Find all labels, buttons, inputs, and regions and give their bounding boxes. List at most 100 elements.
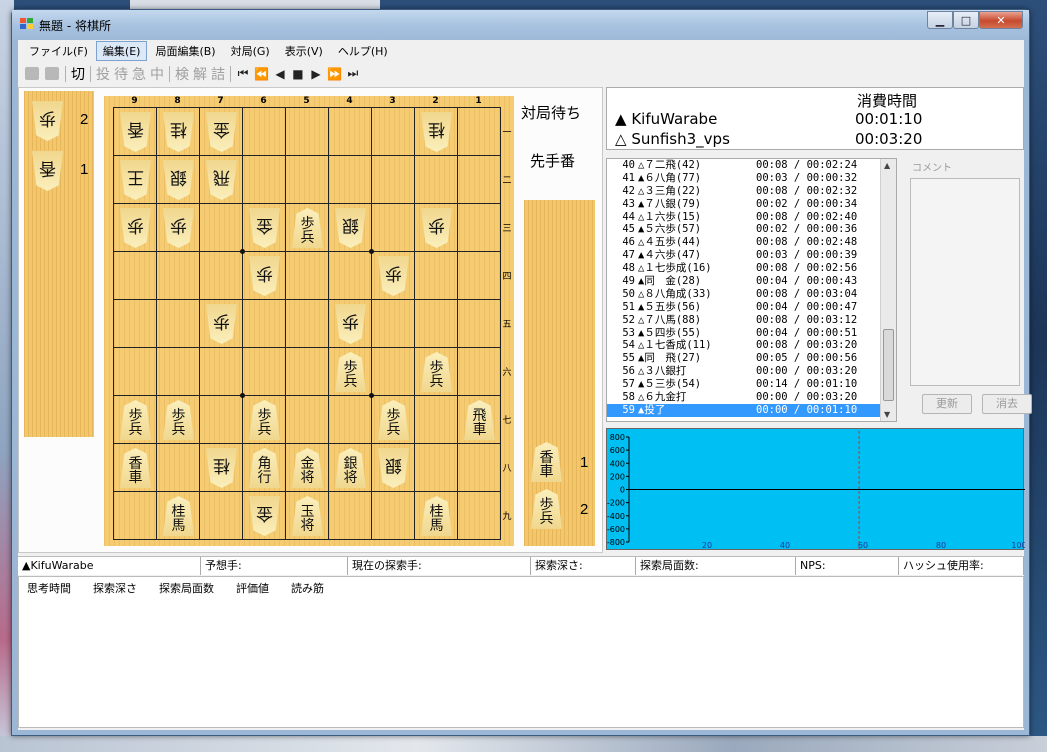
shogi-piece[interactable]: 金 xyxy=(206,112,237,152)
board-square[interactable] xyxy=(371,347,415,396)
shogi-piece[interactable]: 香車 xyxy=(120,448,151,488)
toolbar-button-10[interactable]: ◀ xyxy=(273,67,287,81)
menu-item-3[interactable]: 対局(G) xyxy=(224,41,277,61)
gote-piece-stand[interactable]: 歩 2 香 1 xyxy=(24,91,94,437)
board-square[interactable] xyxy=(199,347,243,396)
board-square[interactable] xyxy=(242,155,286,204)
shogi-piece[interactable]: 銀 xyxy=(163,160,194,200)
kifu-row[interactable]: 49 ▲同 金(28) 00:04 / 00:00:43 xyxy=(607,275,882,288)
shogi-piece[interactable]: 歩 xyxy=(335,304,366,344)
board-square[interactable] xyxy=(457,251,501,300)
shogi-piece[interactable]: 歩兵 xyxy=(335,352,366,392)
board-square[interactable] xyxy=(457,155,501,204)
kifu-row[interactable]: 52 △７八馬(88) 00:08 / 00:03:12 xyxy=(607,314,882,327)
shogi-piece[interactable]: 歩 xyxy=(421,208,452,248)
menu-item-2[interactable]: 局面編集(B) xyxy=(148,41,222,61)
shogi-piece[interactable]: 歩 xyxy=(163,208,194,248)
shogi-piece[interactable]: 歩 xyxy=(32,101,63,141)
board-square[interactable] xyxy=(371,299,415,348)
comment-textbox[interactable] xyxy=(910,178,1020,386)
board-square[interactable] xyxy=(457,443,501,492)
shogi-piece[interactable]: 金将 xyxy=(292,448,323,488)
evaluation-graph[interactable]: 800 600 400 200 0 -200 -400 -600 -800 20 40 60 80 100 xyxy=(606,428,1025,550)
shogi-piece[interactable]: 歩兵 xyxy=(292,208,323,248)
board-square[interactable] xyxy=(242,299,286,348)
kifu-row[interactable]: 57 ▲５三歩(54) 00:14 / 00:01:10 xyxy=(607,378,882,391)
board-square[interactable] xyxy=(328,107,372,156)
toolbar-button-2[interactable]: 待 xyxy=(114,64,128,84)
toolbar-button-14[interactable]: ⏭ xyxy=(346,66,360,81)
shogi-piece[interactable]: 玉将 xyxy=(292,496,323,536)
sente-piece-stand[interactable]: 香車 1 歩兵 2 xyxy=(524,200,595,546)
maximize-button[interactable]: □ xyxy=(953,11,979,29)
shogi-board[interactable]: 香桂金桂王銀飛歩歩金歩兵銀歩歩歩歩歩歩兵歩兵歩兵歩兵歩兵歩兵飛車香車桂角行金将銀… xyxy=(104,96,514,546)
shogi-piece[interactable]: 歩 xyxy=(249,256,280,296)
shogi-piece[interactable]: 飛 xyxy=(206,160,237,200)
board-square[interactable] xyxy=(414,395,458,444)
menu-item-0[interactable]: ファイル(F) xyxy=(22,41,95,61)
board-square[interactable] xyxy=(113,491,157,540)
board-square[interactable] xyxy=(285,395,329,444)
board-square[interactable] xyxy=(371,491,415,540)
kifu-row[interactable]: 48 △１七歩成(16) 00:08 / 00:02:56 xyxy=(607,262,882,275)
open-icon[interactable] xyxy=(45,67,59,80)
kifu-row[interactable]: 54 △１七香成(11) 00:08 / 00:03:20 xyxy=(607,339,882,352)
kifu-row[interactable]: 45 ▲５六歩(57) 00:02 / 00:00:36 xyxy=(607,223,882,236)
kifu-row[interactable]: 59 ▲投了 00:00 / 00:01:10 xyxy=(607,403,882,417)
board-square[interactable] xyxy=(242,347,286,396)
board-square[interactable] xyxy=(285,107,329,156)
menu-item-5[interactable]: ヘルプ(H) xyxy=(331,41,395,61)
board-square[interactable] xyxy=(113,347,157,396)
shogi-piece[interactable]: 歩兵 xyxy=(249,400,280,440)
pv-column-header[interactable]: 探索深さ xyxy=(93,580,137,596)
close-button[interactable]: ✕ xyxy=(979,11,1023,29)
shogi-piece[interactable]: 歩兵 xyxy=(163,400,194,440)
board-square[interactable] xyxy=(199,251,243,300)
board-square[interactable] xyxy=(328,251,372,300)
board-square[interactable] xyxy=(457,107,501,156)
board-square[interactable] xyxy=(156,299,200,348)
toolbar-button-9[interactable]: ⏪ xyxy=(254,67,269,81)
shogi-piece[interactable]: 銀 xyxy=(335,208,366,248)
shogi-piece[interactable]: 銀 xyxy=(378,448,409,488)
kifu-row[interactable]: 42 △３三角(22) 00:08 / 00:02:32 xyxy=(607,185,882,198)
board-square[interactable] xyxy=(199,203,243,252)
board-square[interactable] xyxy=(285,155,329,204)
board-square[interactable] xyxy=(457,347,501,396)
kifu-row[interactable]: 44 △１六歩(15) 00:08 / 00:02:40 xyxy=(607,211,882,224)
comment-update-button[interactable]: 更新 xyxy=(922,394,972,414)
shogi-piece[interactable]: 王 xyxy=(120,160,151,200)
kifu-row[interactable]: 43 ▲７八銀(79) 00:02 / 00:00:34 xyxy=(607,198,882,211)
board-square[interactable] xyxy=(371,155,415,204)
shogi-piece[interactable]: 歩兵 xyxy=(421,352,452,392)
toolbar-button-8[interactable]: ⏮ xyxy=(236,66,250,81)
pv-column-header[interactable]: 評価値 xyxy=(236,580,269,596)
board-square[interactable] xyxy=(457,203,501,252)
shogi-piece[interactable]: 金 xyxy=(249,496,280,536)
board-square[interactable] xyxy=(285,251,329,300)
pv-column-header[interactable]: 読み筋 xyxy=(291,580,324,596)
toolbar-button-4[interactable]: 中 xyxy=(150,64,164,84)
board-square[interactable] xyxy=(414,155,458,204)
shogi-piece[interactable]: 飛車 xyxy=(464,400,495,440)
board-square[interactable] xyxy=(414,251,458,300)
toolbar-button-7[interactable]: 詰 xyxy=(211,64,225,84)
board-square[interactable] xyxy=(113,299,157,348)
shogi-piece[interactable]: 歩兵 xyxy=(120,400,151,440)
board-square[interactable] xyxy=(199,491,243,540)
toolbar-button-11[interactable]: ■ xyxy=(291,67,305,81)
save-icon[interactable] xyxy=(25,67,39,80)
shogi-piece[interactable]: 香車 xyxy=(531,442,562,482)
kifu-row[interactable]: 47 ▲４六歩(47) 00:03 / 00:00:39 xyxy=(607,249,882,262)
board-square[interactable] xyxy=(242,107,286,156)
menu-item-4[interactable]: 表示(V) xyxy=(278,41,330,61)
kifu-row[interactable]: 58 △６九金打 00:00 / 00:03:20 xyxy=(607,391,882,404)
board-square[interactable] xyxy=(285,299,329,348)
board-square[interactable] xyxy=(457,299,501,348)
shogi-piece[interactable]: 桂 xyxy=(421,112,452,152)
kifu-row[interactable]: 55 ▲同 飛(27) 00:05 / 00:00:56 xyxy=(607,352,882,365)
board-square[interactable] xyxy=(156,347,200,396)
toolbar-button-5[interactable]: 検 xyxy=(175,64,189,84)
board-square[interactable] xyxy=(285,347,329,396)
board-square[interactable] xyxy=(156,443,200,492)
